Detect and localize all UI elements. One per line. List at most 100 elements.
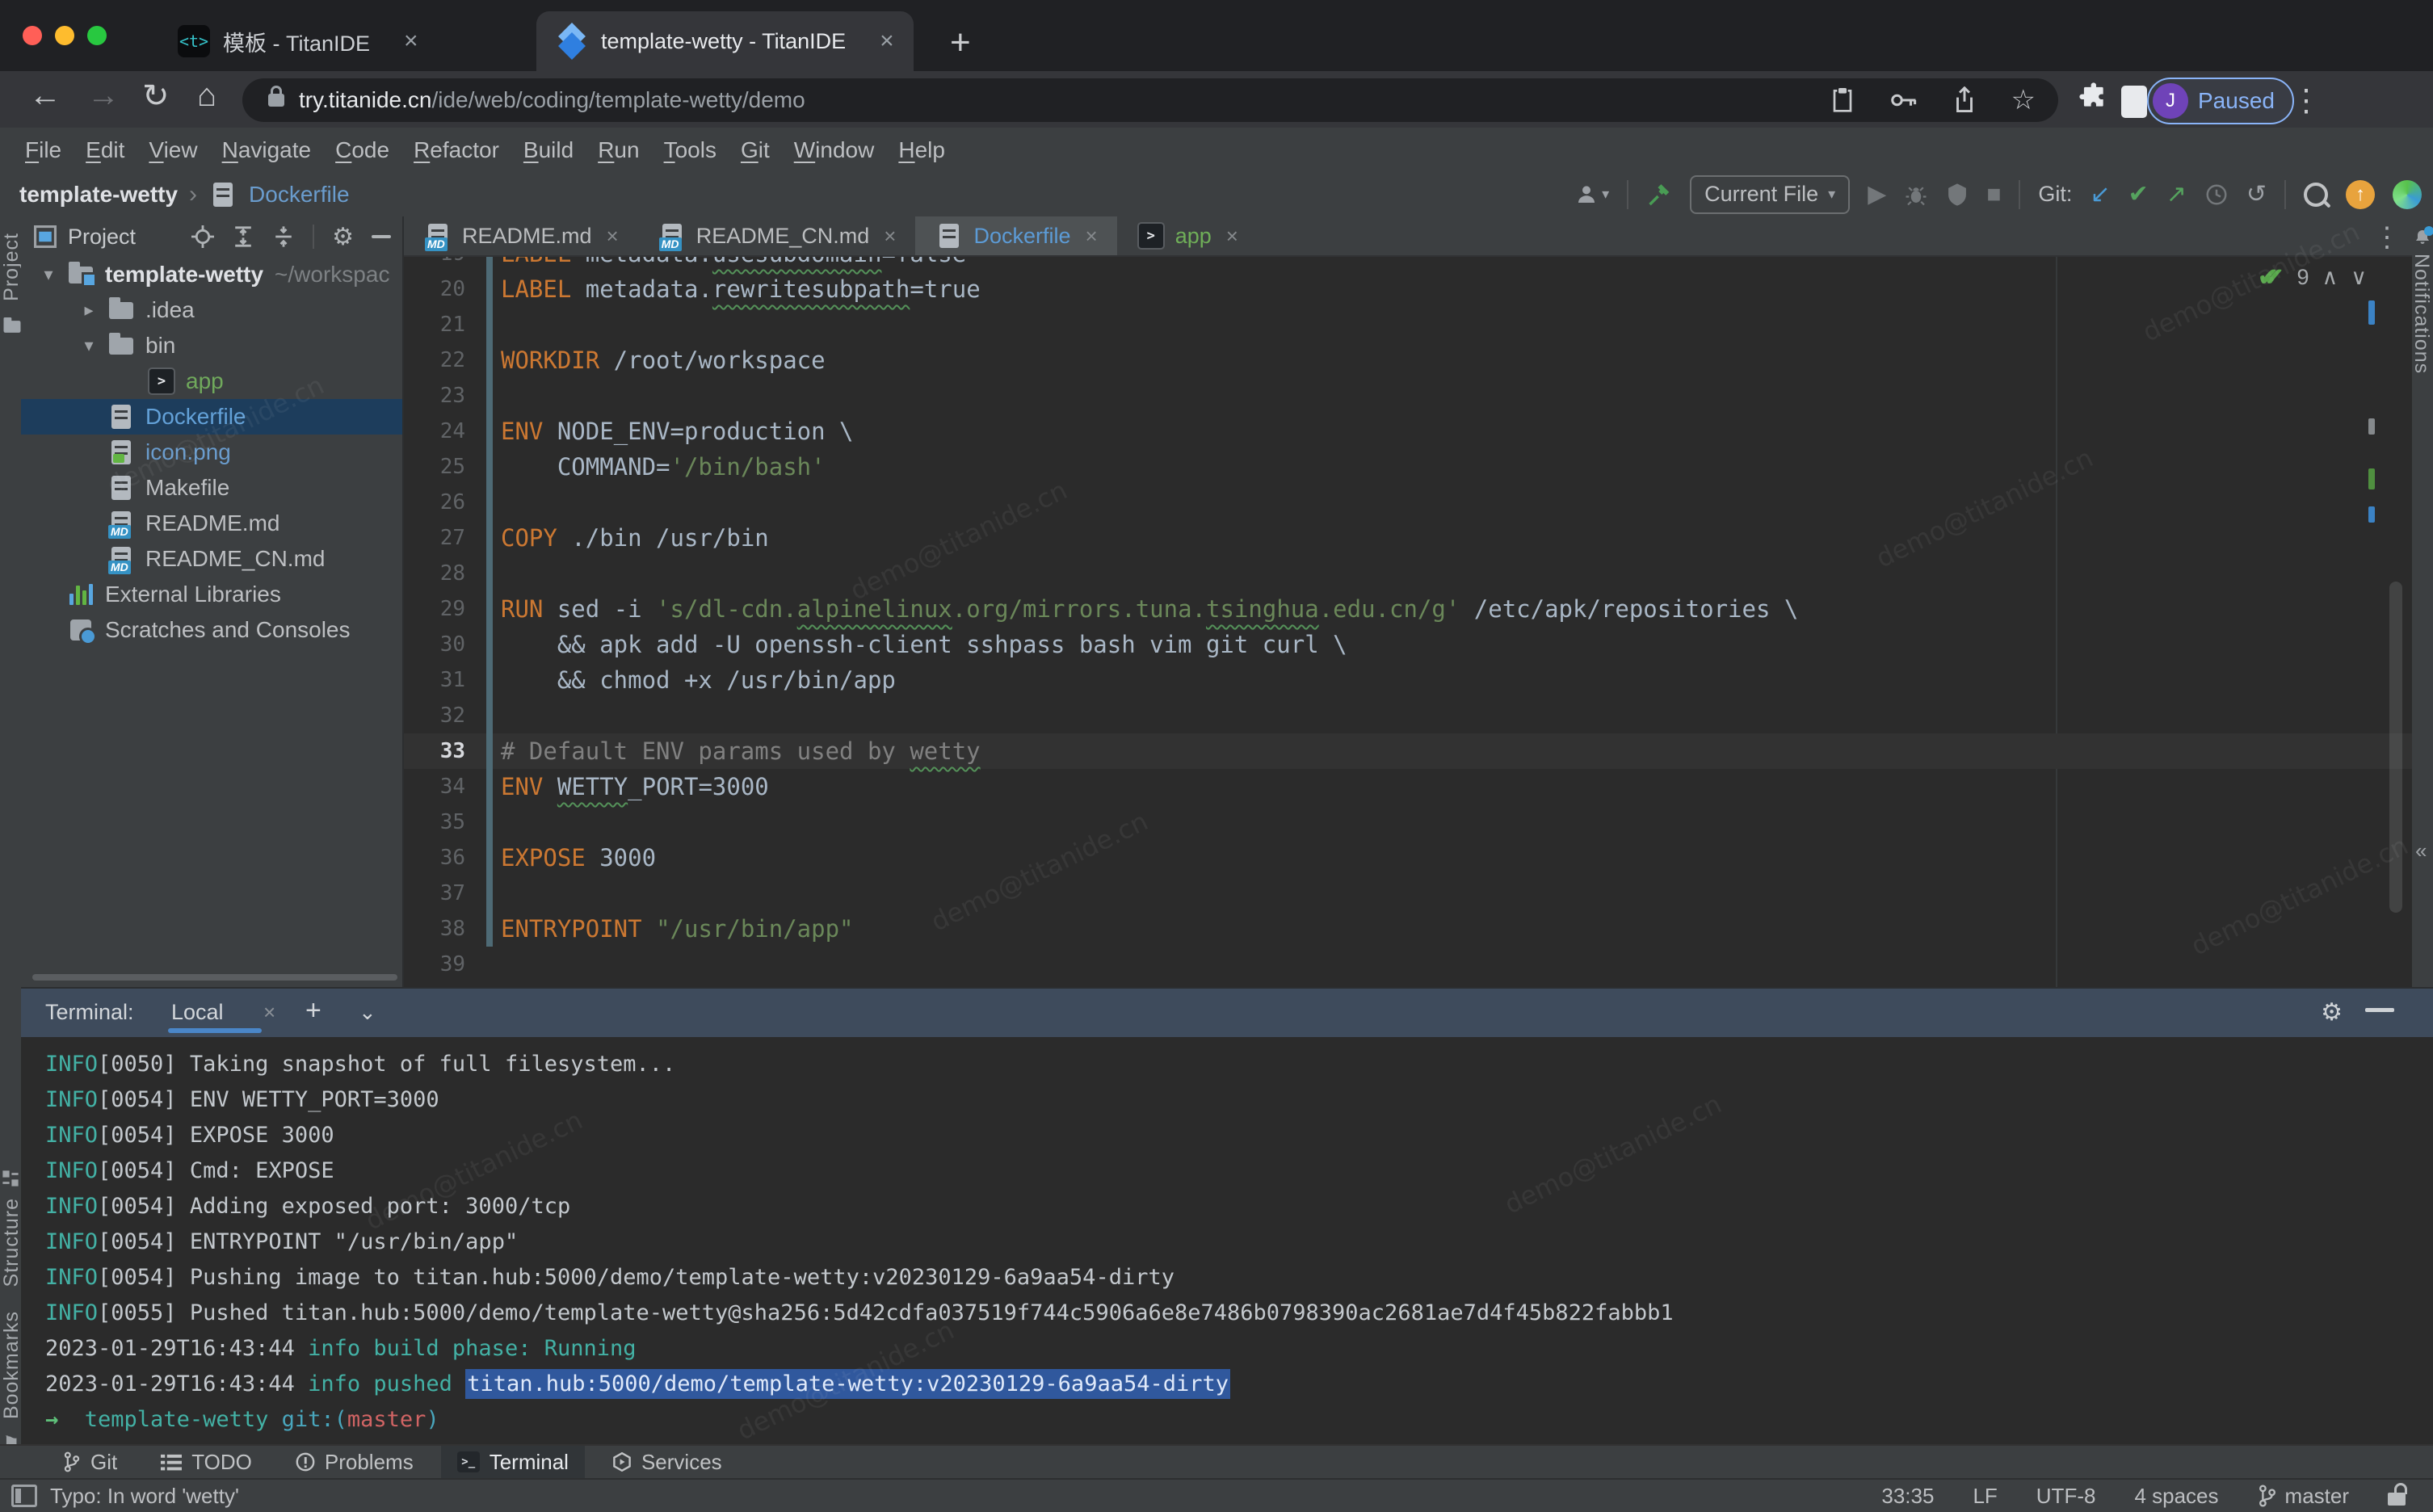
menu-code[interactable]: Code (323, 137, 401, 163)
stripe-notifications-label[interactable]: Notifications (2412, 254, 2433, 374)
notifications-bell-icon[interactable] (2413, 228, 2432, 247)
terminal-output[interactable]: INFO[0050] Taking snapshot of full files… (21, 1037, 2433, 1444)
settings-gear-icon[interactable]: ⚙ (332, 223, 354, 251)
tree-chevron-icon[interactable]: ▾ (31, 264, 66, 285)
git-commit-icon[interactable]: ✔ (2128, 183, 2149, 207)
next-problem-icon[interactable]: ∨ (2351, 265, 2367, 290)
git-branch-widget[interactable]: master (2258, 1484, 2349, 1509)
menu-view[interactable]: View (137, 137, 209, 163)
menu-git[interactable]: Git (729, 137, 782, 163)
terminal-settings-icon[interactable]: ⚙ (2321, 998, 2343, 1027)
tool-window-button-terminal[interactable]: >_ Terminal (441, 1446, 585, 1478)
line-number[interactable]: 19 (404, 257, 486, 271)
stripe-mark[interactable] (2368, 300, 2375, 325)
editor-scrollbar[interactable] (2389, 582, 2402, 913)
line-number[interactable]: 34 (404, 769, 486, 804)
tree-item-icon.png[interactable]: icon.png (21, 435, 402, 470)
line-number[interactable]: 24 (404, 414, 486, 449)
file-encoding[interactable]: UTF-8 (2036, 1484, 2096, 1509)
hide-panel-icon[interactable] (372, 235, 391, 238)
locate-file-icon[interactable] (191, 225, 214, 248)
key-icon[interactable] (1890, 91, 1918, 109)
editor-tab-options-icon[interactable]: ⋮ (2373, 221, 2401, 254)
ide-gradient-icon[interactable] (2393, 180, 2422, 209)
line-number[interactable]: 27 (404, 520, 486, 556)
line-ending[interactable]: LF (1973, 1484, 1997, 1509)
tree-item-Dockerfile[interactable]: Dockerfile (21, 399, 402, 435)
tool-window-button-services[interactable]: Services (596, 1446, 738, 1478)
url-bar[interactable]: try.titanide.cn/ide/web/coding/template-… (242, 78, 2058, 122)
tree-chevron-icon[interactable]: ▾ (71, 335, 107, 356)
line-number[interactable]: 26 (404, 485, 486, 520)
structure-icon[interactable] (2, 1170, 19, 1187)
close-window-button[interactable] (23, 26, 42, 45)
browser-tab-inactive[interactable]: <t> 模板 - TitanIDE × (158, 11, 438, 71)
menu-tools[interactable]: Tools (652, 137, 729, 163)
line-number[interactable]: 39 (404, 947, 486, 982)
reload-icon[interactable]: ↻ (142, 78, 170, 115)
tree-item-bin[interactable]: ▾ bin (21, 328, 402, 363)
tree-item-README.md[interactable]: MD README.md (21, 506, 402, 541)
browser-menu-icon[interactable]: ⋮ (2291, 82, 2322, 119)
minimize-window-button[interactable] (55, 26, 74, 45)
code-area[interactable]: 19 LABEL metadata.usesubdomain=false 20 … (404, 257, 2412, 987)
run-icon[interactable]: ▶ (1868, 183, 1886, 207)
stripe-mark[interactable] (2368, 418, 2375, 435)
menu-help[interactable]: Help (886, 137, 957, 163)
tree-item-app[interactable]: > app (21, 363, 402, 399)
terminal-tab-local[interactable]: Local (171, 1000, 224, 1025)
browser-tab-active[interactable]: template-wetty - TitanIDE × (536, 11, 914, 71)
git-update-icon[interactable]: ↙ (2090, 183, 2110, 207)
indent-style[interactable]: 4 spaces (2134, 1484, 2218, 1509)
lock-icon[interactable] (268, 94, 284, 107)
stripe-project-label[interactable]: Project (0, 233, 23, 301)
stripe-bookmarks-label[interactable]: Bookmarks (0, 1311, 23, 1419)
editor-tab-Dockerfile[interactable]: Dockerfile × (915, 216, 1116, 255)
tree-item-Makefile[interactable]: Makefile (21, 470, 402, 506)
editor-tab-README_CN.md[interactable]: MD README_CN.md × (638, 216, 916, 255)
close-tab-icon[interactable]: × (1086, 224, 1098, 249)
back-icon[interactable]: ← (29, 78, 61, 114)
close-tab-icon[interactable]: × (884, 224, 896, 249)
editor-tab-README.md[interactable]: MD README.md × (404, 216, 638, 255)
caret-position[interactable]: 33:35 (1881, 1484, 1934, 1509)
bookmark-star-icon[interactable]: ☆ (2011, 84, 2036, 116)
line-number[interactable]: 20 (404, 271, 486, 307)
build-hammer-icon[interactable] (1646, 182, 1672, 208)
home-icon[interactable]: ⌂ (197, 78, 216, 114)
new-tab-button[interactable]: + (950, 23, 971, 63)
history-icon[interactable] (2204, 183, 2229, 207)
breadcrumb-project[interactable]: template-wetty (19, 182, 178, 208)
line-number[interactable]: 31 (404, 662, 486, 698)
project-stripe-folder-icon[interactable] (4, 321, 21, 333)
line-number[interactable]: 22 (404, 342, 486, 378)
line-number[interactable]: 30 (404, 627, 486, 662)
menu-navigate[interactable]: Navigate (210, 137, 324, 163)
terminal-minimize-icon[interactable] (2365, 1008, 2394, 1012)
clipboard-icon[interactable] (1830, 86, 1855, 114)
tree-item-External Libraries[interactable]: External Libraries (21, 577, 402, 612)
rollback-icon[interactable]: ↺ (2246, 183, 2267, 207)
line-number[interactable]: 29 (404, 591, 486, 627)
line-number[interactable]: 32 (404, 698, 486, 733)
line-number[interactable]: 28 (404, 556, 486, 591)
close-terminal-tab-icon[interactable]: × (263, 1000, 275, 1025)
menu-edit[interactable]: Edit (74, 137, 137, 163)
profile-badge[interactable]: J Paused (2147, 78, 2294, 124)
collapse-all-icon[interactable] (272, 225, 295, 248)
menu-build[interactable]: Build (511, 137, 586, 163)
update-available-icon[interactable]: ↑ (2346, 180, 2375, 209)
unlocked-icon[interactable] (2388, 1493, 2406, 1506)
menu-window[interactable]: Window (782, 137, 887, 163)
menu-file[interactable]: File (13, 137, 74, 163)
close-tab-icon[interactable]: × (1226, 224, 1238, 249)
menu-run[interactable]: Run (586, 137, 651, 163)
line-number[interactable]: 38 (404, 911, 486, 947)
tree-chevron-icon[interactable]: ▸ (71, 300, 107, 321)
expand-all-icon[interactable] (232, 225, 254, 248)
terminal-dropdown-icon[interactable]: ⌄ (359, 1000, 376, 1025)
maximize-window-button[interactable] (87, 26, 107, 45)
collapse-stripe-icon[interactable]: « (2415, 838, 2427, 863)
stripe-mark[interactable] (2368, 468, 2375, 489)
user-menu[interactable]: ▾ (1574, 183, 1609, 207)
